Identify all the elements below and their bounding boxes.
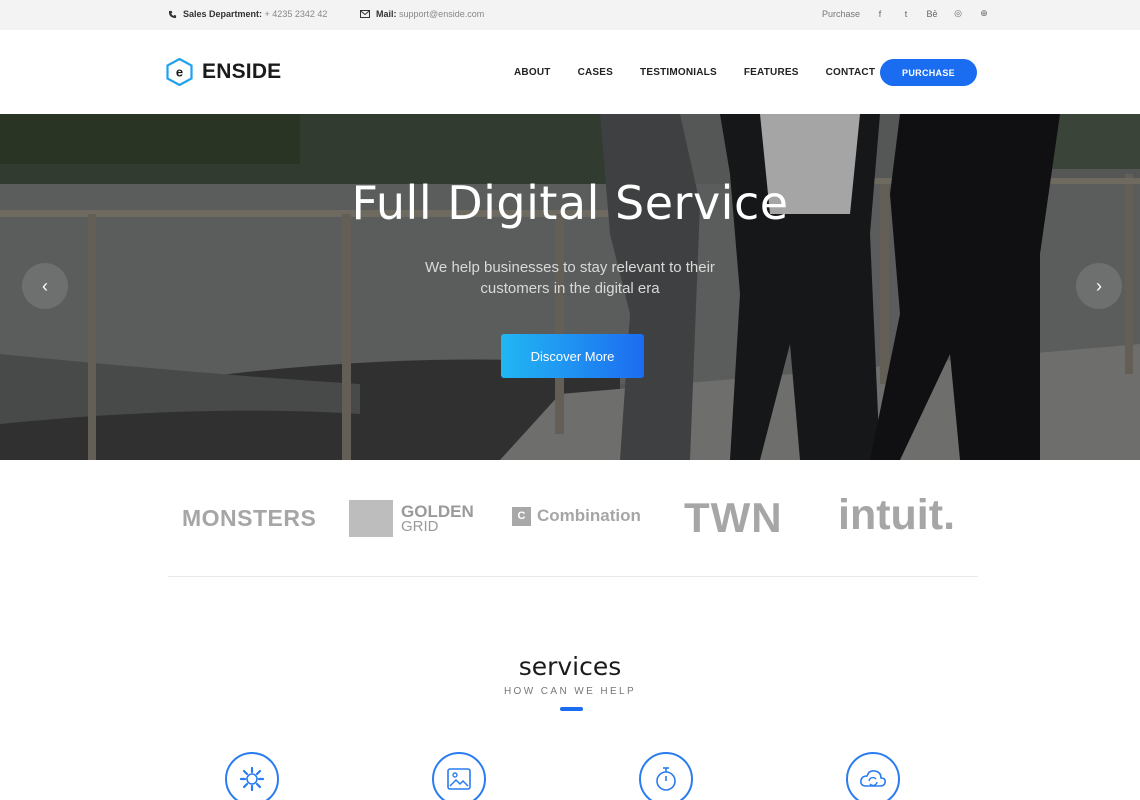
hero-title: Full Digital Service [351,176,789,230]
mail-value[interactable]: support@enside.com [399,9,484,19]
cloud-sync-icon [860,770,886,787]
logo-text: ENSIDE [202,60,282,83]
nav-contact[interactable]: CONTACT [826,67,876,78]
stopwatch-icon [656,767,676,791]
service-gear[interactable] [225,752,279,800]
golden-grid-text: GOLDEN GRID [401,501,474,535]
services-divider [560,707,583,711]
nav-cases[interactable]: CASES [578,67,613,78]
monsters-logo: MONSTERS [182,505,317,531]
phone-label: Sales Department: [183,9,263,19]
facebook-icon[interactable]: f [874,9,886,19]
image-icon [447,768,471,790]
golden-grid-mark [349,500,393,537]
phone-value: + 4235 2342 42 [264,9,328,19]
slider-next-button[interactable]: › [1076,263,1122,309]
twitter-icon[interactable]: t [900,9,912,19]
mail-label: Mail: [376,9,397,19]
services-subtitle: HOW CAN WE HELP [503,686,637,697]
twn-logo: TWN [684,494,783,541]
service-image[interactable] [432,752,486,800]
service-cloud[interactable] [846,752,900,800]
purchase-button[interactable]: PURCHASE [880,59,977,86]
mail-contact: Mail: support@enside.com [360,9,484,19]
hero-subtitle: We help businesses to stay relevant to t… [425,259,715,297]
dribbble-icon[interactable]: ◎ [952,8,964,19]
behance-icon[interactable]: Bē [926,9,938,19]
nav-testimonials[interactable]: TESTIMONIALS [640,67,717,78]
main-nav: ABOUT CASES TESTIMONIALS FEATURES CONTAC… [514,67,902,78]
combination-text: Combination [537,506,641,525]
mail-icon [360,10,370,18]
top-bar: Sales Department: + 4235 2342 42 Mail: s… [0,0,1140,30]
slider-prev-button[interactable]: ‹ [22,263,68,309]
chevron-left-icon: ‹ [42,275,48,296]
globe-icon[interactable]: ⊕ [978,8,990,19]
logo[interactable]: e ENSIDE [166,58,281,86]
nav-features[interactable]: FEATURES [744,67,799,78]
client-logos: MONSTERS GOLDEN GRID C Combination TWN i… [168,460,978,577]
golden-grid-logo: GOLDEN GRID [349,500,474,537]
hexagon-logo-icon: e [166,58,193,86]
nav-about[interactable]: ABOUT [514,67,551,78]
topbar-right: Purchase f t Bē ◎ ⊕ [822,8,990,19]
golden-grid-top: GOLDEN [401,501,474,521]
site-header: e ENSIDE ABOUT CASES TESTIMONIALS FEATUR… [0,30,1140,114]
hero-slider: Full Digital Service We help businesses … [0,114,1140,460]
logo-letter: e [176,65,183,80]
chevron-right-icon: › [1096,275,1102,296]
discover-more-button[interactable]: Discover More [501,334,644,378]
combination-logo: C Combination [512,506,641,526]
golden-grid-bottom: GRID [401,517,439,535]
purchase-link[interactable]: Purchase [822,9,860,19]
phone-contact: Sales Department: + 4235 2342 42 [168,9,327,19]
phone-icon [168,10,177,18]
gear-icon [239,766,265,792]
combination-mark: C [512,506,531,526]
services-title: services [518,652,622,681]
service-stopwatch[interactable] [639,752,693,800]
intuit-logo: intuit. [838,491,956,539]
